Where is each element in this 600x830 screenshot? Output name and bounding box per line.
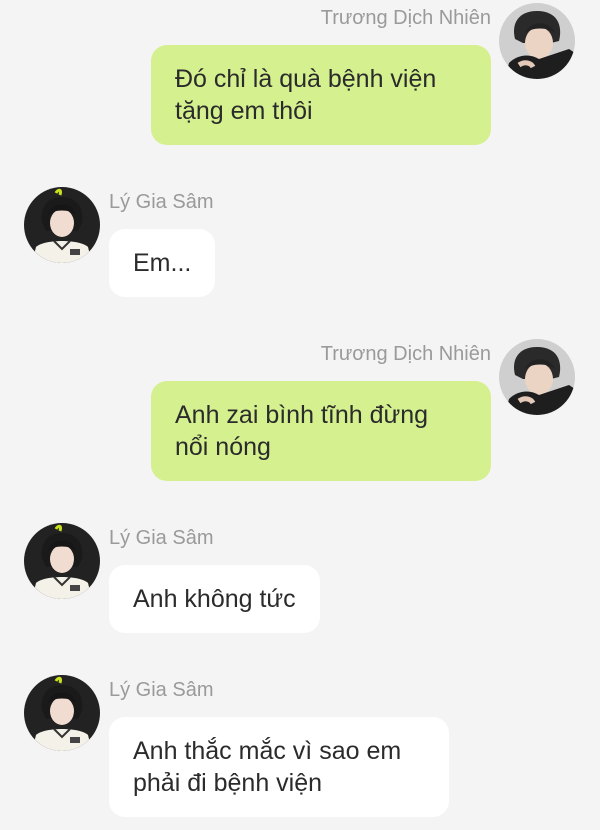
user-avatar-ly[interactable] — [24, 675, 100, 751]
user-avatar-truong[interactable] — [499, 3, 575, 79]
message-bubble-incoming[interactable]: Em... — [109, 229, 216, 297]
message-bubble-outgoing[interactable]: Đó chỉ là quà bệnh viện tặng em thôi — [151, 45, 491, 145]
user-avatar-truong[interactable] — [499, 339, 575, 415]
sender-name: Lý Gia Sâm — [109, 527, 214, 549]
user-avatar-ly[interactable] — [24, 187, 100, 263]
sender-name: Lý Gia Sâm — [109, 191, 214, 213]
sender-name: Lý Gia Sâm — [109, 679, 214, 701]
message-bubble-incoming[interactable]: Anh thắc mắc vì sao em phải đi bệnh viện — [109, 717, 449, 817]
message-bubble-incoming[interactable]: Anh không tức — [109, 565, 320, 633]
user-avatar-ly[interactable] — [24, 523, 100, 599]
sender-name: Trương Dịch Nhiên — [320, 343, 491, 365]
sender-name: Trương Dịch Nhiên — [320, 7, 491, 29]
message-bubble-outgoing[interactable]: Anh zai bình tĩnh đừng nổi nóng — [151, 381, 491, 481]
